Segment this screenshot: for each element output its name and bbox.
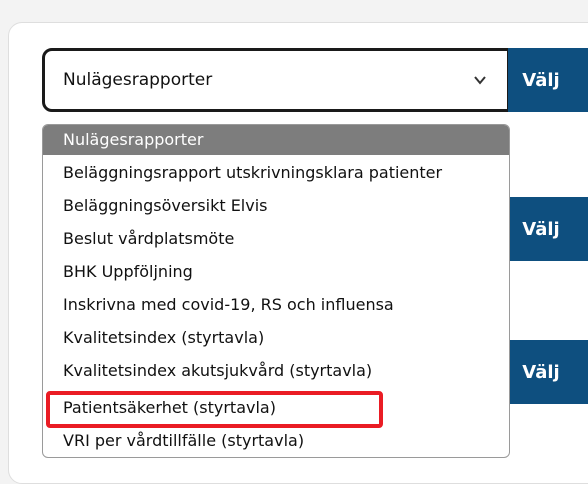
dropdown-option[interactable]: BHK Uppföljning [43, 257, 509, 287]
choose-button-1-label: Välj [522, 69, 560, 91]
dropdown-option[interactable]: Kvalitetsindex (styrtavla) [43, 323, 509, 353]
chevron-down-icon [474, 76, 486, 85]
highlight-annotation [46, 391, 383, 428]
dropdown-option[interactable]: Beslut vårdplatsmöte [43, 224, 509, 254]
dropdown-option[interactable]: Kvalitetsindex akutsjukvård (styrtavla) [43, 356, 509, 386]
choose-button-1[interactable]: Välj [508, 48, 588, 112]
choose-button-2[interactable]: Välj [508, 197, 588, 261]
dropdown-option[interactable]: Beläggningsrapport utskrivningsklara pat… [43, 158, 509, 188]
dropdown-option[interactable]: Nulägesrapporter [43, 125, 509, 155]
report-select[interactable]: Nulägesrapporter [42, 48, 510, 112]
dropdown-option[interactable]: Beläggningsöversikt Elvis [43, 191, 509, 221]
dropdown-option[interactable]: VRI per vårdtillfälle (styrtavla) [43, 426, 509, 456]
choose-button-3[interactable]: Välj [508, 340, 588, 404]
dropdown-option[interactable]: Inskrivna med covid-19, RS och influensa [43, 290, 509, 320]
choose-button-2-label: Välj [522, 218, 560, 240]
report-select-value: Nulägesrapporter [63, 70, 213, 90]
choose-button-3-label: Välj [522, 361, 560, 383]
